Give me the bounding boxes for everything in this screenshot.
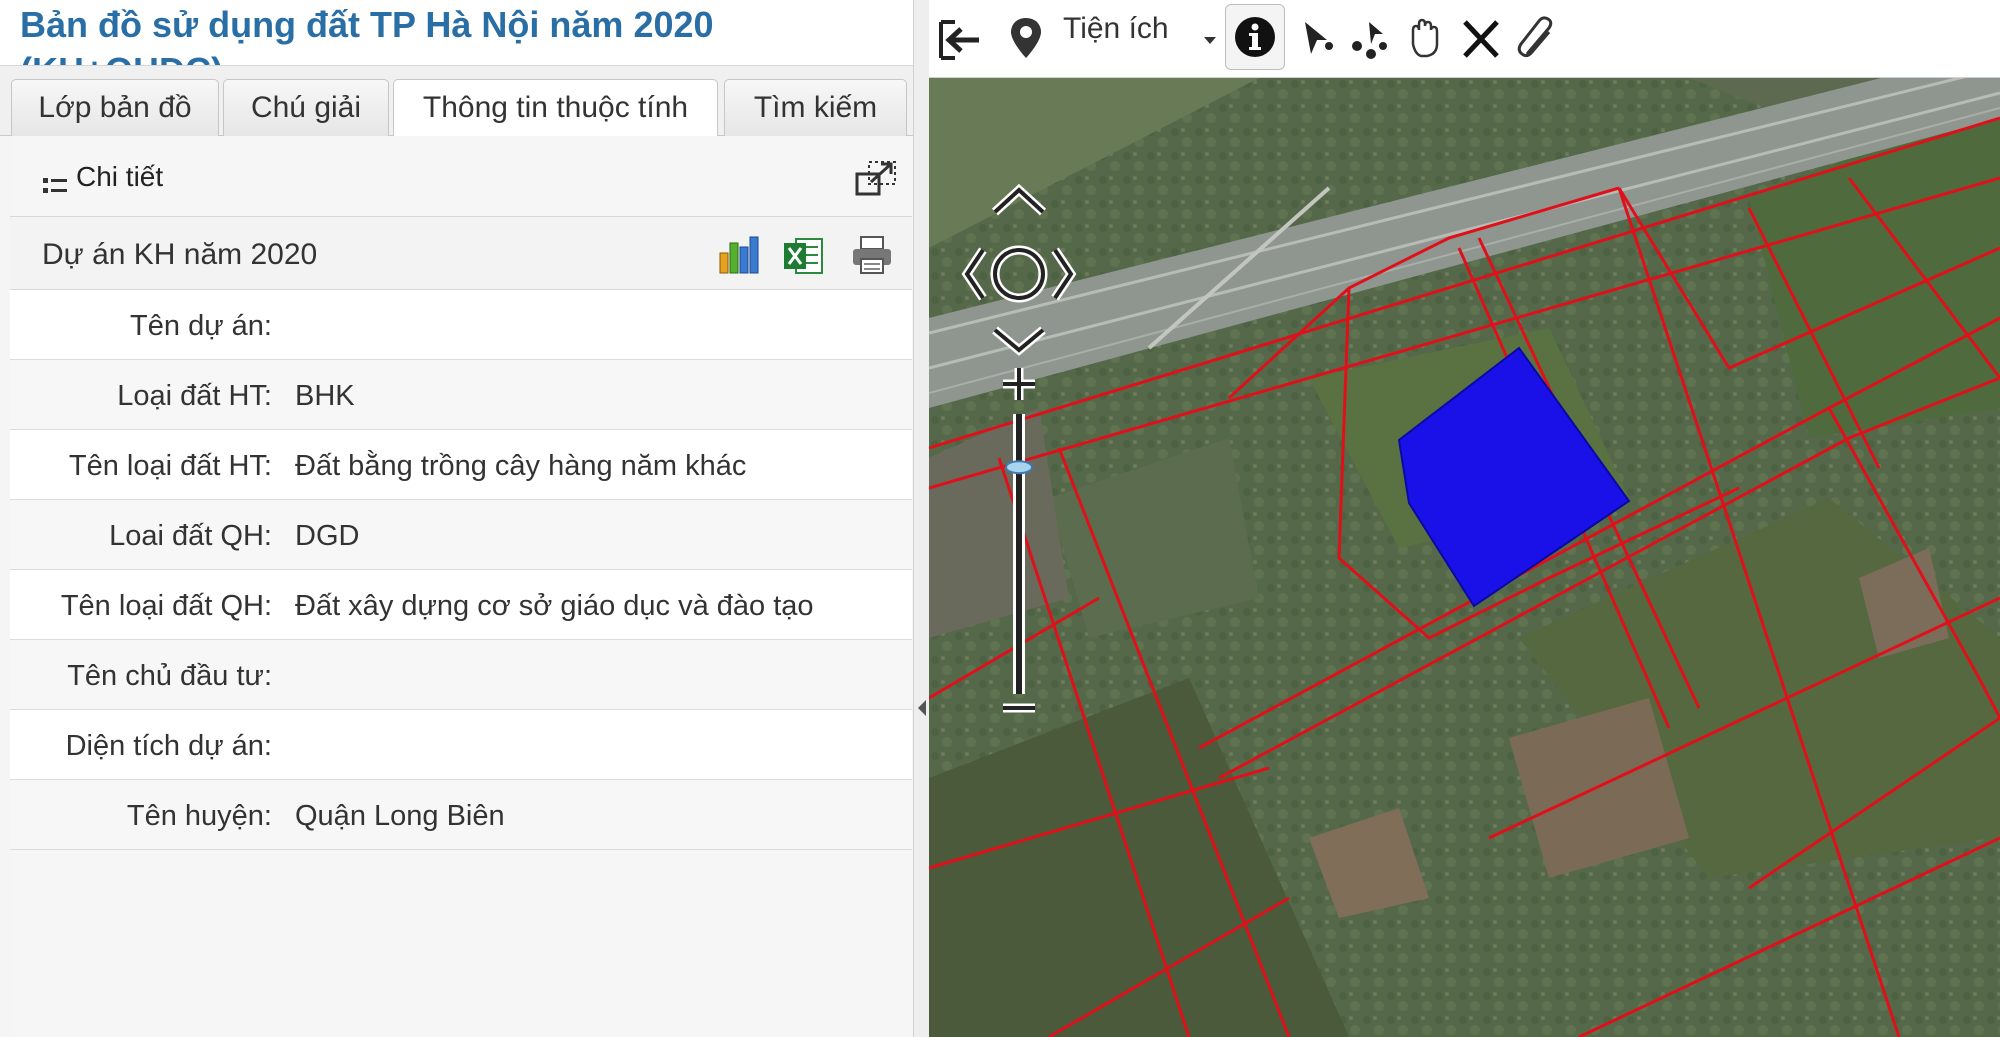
attr-value: DGD — [295, 520, 360, 552]
pan-right-icon[interactable] — [1051, 247, 1077, 301]
expand-icon[interactable] — [855, 158, 899, 198]
caret-down-icon[interactable] — [1199, 30, 1221, 50]
attr-row-district: Tên huyện: Quận Long Biên — [10, 780, 912, 850]
info-button[interactable] — [1225, 4, 1285, 70]
pan-up-icon[interactable] — [991, 183, 1047, 216]
map-navigation-widget[interactable] — [959, 178, 1079, 738]
map-marker-icon[interactable] — [1006, 10, 1046, 68]
attr-key: Loại đất HT: — [117, 380, 272, 412]
zoom-slider-track[interactable] — [1013, 414, 1025, 694]
map-toolbar: Tiện ích — [929, 0, 2000, 78]
map-canvas[interactable] — [929, 48, 2000, 1037]
close-icon[interactable] — [1457, 10, 1505, 68]
tab-attribute-info[interactable]: Thông tin thuộc tính — [393, 79, 718, 137]
printer-icon[interactable] — [850, 233, 894, 277]
info-icon — [1235, 17, 1275, 57]
zoom-in-icon[interactable] — [1003, 368, 1035, 400]
collapse-arrow-icon[interactable] — [918, 700, 926, 716]
tab-bar: Lớp bản đồ Chú giải Thông tin thuộc tính… — [0, 66, 920, 137]
pan-down-icon[interactable] — [992, 326, 1046, 356]
attr-row-project-name: Tên dự án: — [10, 290, 912, 360]
attr-key: Diện tích dự án: — [65, 730, 272, 762]
attr-row-planned-land-name: Tên loại đất QH: Đất xây dựng cơ sở giáo… — [10, 570, 912, 640]
app-root: Bản đồ sử dụng đất TP Hà Nội năm 2020 (K… — [0, 0, 2000, 1037]
app-title: Bản đồ sử dụng đất TP Hà Nội năm 2020 (K… — [20, 4, 714, 65]
panel-splitter[interactable] — [913, 0, 929, 1037]
select-arrow-icon[interactable] — [1297, 10, 1337, 68]
attr-value: Đất bằng trồng cây hàng năm khác — [295, 450, 747, 482]
detail-label: Chi tiết — [76, 161, 164, 192]
attr-key: Loai đất QH: — [109, 520, 272, 552]
attr-row-investor: Tên chủ đầu tư: — [10, 640, 912, 710]
project-title: Dự án KH năm 2020 — [42, 238, 318, 271]
map-area: Tiện ích — [929, 0, 2000, 1037]
attr-row-planned-land-type: Loai đất QH: DGD — [10, 500, 912, 570]
attribute-table: Tên dự án: Loại đất HT: BHK Tên loại đất… — [10, 290, 912, 850]
list-icon — [43, 178, 67, 193]
info-panel: Bản đồ sử dụng đất TP Hà Nội năm 2020 (K… — [0, 0, 921, 1037]
attr-value: Đất xây dựng cơ sở giáo dục và đào tạo — [295, 590, 814, 622]
attr-value: Quận Long Biên — [295, 800, 505, 832]
tab-legend[interactable]: Chú giải — [223, 79, 389, 136]
detail-header: Chi tiết — [10, 136, 912, 216]
utilities-menu-label[interactable]: Tiện ích — [1063, 8, 1169, 50]
attr-key: Tên chủ đầu tư: — [67, 660, 272, 692]
attr-row-project-area: Diện tích dự án: — [10, 710, 912, 780]
attr-key: Tên huyện: — [126, 800, 272, 832]
tab-search[interactable]: Tìm kiếm — [724, 79, 907, 136]
panel-title-bar: Bản đồ sử dụng đất TP Hà Nội năm 2020 (K… — [0, 0, 920, 66]
pan-center-icon[interactable] — [990, 245, 1048, 303]
attr-key: Tên dự án: — [130, 310, 272, 342]
attr-value: BHK — [295, 380, 355, 412]
attr-row-current-land-name: Tên loại đất HT: Đất bằng trồng cây hàng… — [10, 430, 912, 500]
attr-row-current-land-type: Loại đất HT: BHK — [10, 360, 912, 430]
pan-hand-icon[interactable] — [1403, 10, 1443, 68]
attr-key: Tên loại đất QH: — [60, 590, 272, 622]
multi-select-icon[interactable] — [1347, 10, 1391, 68]
pan-left-icon[interactable] — [961, 247, 987, 301]
bar-chart-icon[interactable] — [716, 233, 760, 277]
exit-icon[interactable] — [935, 10, 985, 68]
zoom-slider-thumb[interactable] — [1005, 460, 1033, 475]
satellite-map[interactable] — [929, 48, 2000, 1037]
excel-icon[interactable] — [782, 233, 826, 277]
paperclip-icon[interactable] — [1513, 10, 1561, 68]
tab-map-layers[interactable]: Lớp bản đồ — [11, 79, 219, 136]
project-row: Dự án KH năm 2020 — [10, 216, 912, 290]
attr-key: Tên loại đất HT: — [68, 450, 272, 482]
attribute-content: Chi tiết Dự án KH năm 2020 Tên dự án: Lo… — [10, 136, 912, 1037]
